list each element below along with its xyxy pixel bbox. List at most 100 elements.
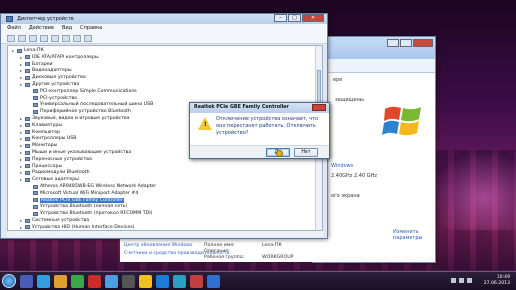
display-value: ого экрана (331, 193, 360, 199)
dialog-close-button[interactable] (312, 104, 326, 111)
tree-node[interactable]: ▸ Видеоадаптеры (20, 68, 72, 73)
tree-node-label: Устройства Bluetooth (протокол RFCOMM TD… (40, 211, 153, 217)
expand-toggle-icon[interactable]: ▸ (20, 164, 23, 169)
expand-toggle-icon[interactable]: ▸ (20, 225, 23, 230)
tree-node-label: Системные устройства (32, 218, 90, 223)
folder-app-icon[interactable] (54, 274, 67, 288)
tree-node[interactable]: ▸ Дисковые устройства (20, 75, 86, 80)
tree-node[interactable]: ▸ Клавиатуры (20, 123, 62, 128)
tree-node[interactable]: Realtek PCIe GBE Family Controller (28, 197, 124, 203)
tree-node[interactable]: ▸ Радиомодули Bluetooth (20, 170, 90, 175)
expand-toggle-icon[interactable]: ▸ (20, 136, 23, 141)
explorer-app-icon[interactable] (20, 274, 33, 288)
expand-toggle-icon[interactable]: ▸ (20, 150, 23, 155)
expand-toggle-icon[interactable]: ▸ (20, 68, 23, 73)
tree-node[interactable]: Устройства Bluetooth (протокол RFCOMM TD… (28, 211, 152, 216)
tree-node[interactable]: Периферийное устройство Bluetooth (28, 109, 131, 114)
properties-icon[interactable] (29, 35, 37, 42)
address-bar[interactable] (313, 59, 435, 73)
disable-device-dialog[interactable]: Realtek PCIe GBE Family Controller ! Отк… (189, 102, 330, 159)
yandex-app-icon[interactable] (88, 274, 101, 288)
expand-toggle-icon[interactable]: ▸ (20, 75, 23, 80)
menu-action[interactable]: Действие (29, 24, 54, 33)
archiver-app-icon[interactable] (122, 274, 135, 288)
close-button[interactable]: ✕ (302, 14, 324, 22)
volume-icon[interactable] (467, 278, 472, 283)
workgroup-value: WORKGROUP (262, 255, 294, 260)
expand-toggle-icon[interactable]: ▸ (20, 82, 23, 87)
ie-app-icon[interactable] (37, 274, 50, 288)
device-manager-titlebar[interactable]: Диспетчер устройств – □ ✕ (1, 14, 327, 24)
tree-node[interactable]: PCI-контроллер Simple Communications (28, 89, 137, 94)
uninstall-icon[interactable] (73, 35, 81, 42)
network-icon[interactable] (459, 278, 464, 283)
tree-node[interactable]: ▸ Контроллеры USB (20, 136, 77, 141)
start-button[interactable] (2, 274, 16, 288)
tree-node-label: PCI-контроллер Simple Communications (40, 88, 137, 94)
device-icon (25, 143, 30, 148)
menu-help[interactable]: Справка (80, 24, 102, 33)
tree-node[interactable]: ▸ Другие устройства (20, 82, 79, 87)
app-icon-12[interactable] (207, 274, 220, 288)
tree-node[interactable]: ▸ Процессоры (20, 164, 62, 169)
tree-node[interactable]: ▸ Звуковые, видео и игровые устройства (20, 116, 130, 121)
tray-icon[interactable] (451, 278, 456, 283)
expand-toggle-icon[interactable]: ▸ (20, 130, 23, 135)
app-icon-9[interactable] (156, 274, 169, 288)
system-titlebar[interactable] (313, 37, 435, 59)
clock[interactable]: 10:49 27.06.2013 (484, 275, 510, 287)
chrome-app-icon[interactable] (71, 274, 84, 288)
menu-view[interactable]: Вид (62, 24, 72, 33)
tree-node[interactable]: PCI-устройство (28, 96, 77, 101)
maximize-button[interactable]: □ (288, 14, 301, 22)
horizontal-scrollbar[interactable] (7, 231, 323, 237)
disable-icon[interactable] (84, 35, 92, 42)
forward-icon[interactable] (18, 35, 26, 42)
expand-toggle-icon[interactable]: ▸ (20, 62, 23, 67)
update-driver-icon[interactable] (62, 35, 70, 42)
tree-node[interactable]: Atheros AR9485WB-EG Wireless Network Ada… (28, 184, 156, 189)
maximize-button[interactable] (400, 39, 412, 47)
help-icon[interactable] (40, 35, 48, 42)
scan-hardware-icon[interactable] (51, 35, 59, 42)
system-window[interactable]: ере защищены. Windows 2.40GHz 2.40 GHz о… (312, 36, 436, 263)
tree-node[interactable]: ▸ IDE ATA/ATAPI контроллеры (20, 55, 99, 60)
expand-toggle-icon[interactable]: ▸ (20, 143, 23, 148)
expand-toggle-icon[interactable]: ▸ (20, 170, 23, 175)
tree-node[interactable]: ▸ Устройства HID (Human Interface Devices… (20, 225, 135, 230)
app-icon-10[interactable] (173, 274, 186, 288)
minimize-button[interactable] (387, 39, 399, 47)
tree-node[interactable]: ▸ Системные устройства (20, 218, 89, 223)
minimize-button[interactable]: – (274, 14, 287, 22)
update-center-link[interactable]: Центр обновления Windows (124, 243, 192, 248)
tree-node[interactable]: ▸ Мониторы (20, 143, 57, 148)
tree-node[interactable]: Устройства Bluetooth (личная сеть) (28, 204, 127, 209)
device-icon (25, 62, 30, 67)
tree-node[interactable]: Microsoft Virtual WiFi Miniport Adapter … (28, 191, 138, 196)
tree-node[interactable]: ▸ Сетевые адаптеры (20, 177, 79, 182)
expand-toggle-icon[interactable]: ▸ (20, 157, 23, 162)
tree-node[interactable]: ▸ Lena-ПК (12, 48, 44, 53)
app-icon-11[interactable] (190, 274, 203, 288)
tree-node[interactable]: Универсальный последовательный шина USB (28, 102, 153, 107)
change-params-link[interactable]: Изменить параметры (393, 229, 435, 241)
windows-label: Windows (331, 163, 354, 169)
tree-node[interactable]: ▸ Компьютер (20, 130, 60, 135)
no-button[interactable]: Нет (294, 148, 318, 157)
tree-node[interactable]: ▸ Мыши и иные указывающие устройства (20, 150, 131, 155)
tree-node[interactable]: ▸ Батареи (20, 62, 53, 67)
back-icon[interactable] (7, 35, 15, 42)
expand-toggle-icon[interactable]: ▸ (20, 116, 23, 121)
expand-toggle-icon[interactable]: ▸ (20, 123, 23, 128)
tree-node-label: Мыши и иные указывающие устройства (32, 150, 132, 155)
device-manager-icon (6, 16, 13, 22)
media-app-icon[interactable] (139, 274, 152, 288)
expand-toggle-icon[interactable]: ▸ (20, 55, 23, 60)
expand-toggle-icon[interactable]: ▸ (12, 48, 15, 53)
expand-toggle-icon[interactable]: ▸ (20, 218, 23, 223)
close-button[interactable] (413, 39, 433, 47)
menu-file[interactable]: Файл (7, 24, 21, 33)
tree-node[interactable]: ▸ Переносные устройства (20, 157, 92, 162)
skype-app-icon[interactable] (105, 274, 118, 288)
expand-toggle-icon[interactable]: ▸ (20, 177, 23, 182)
